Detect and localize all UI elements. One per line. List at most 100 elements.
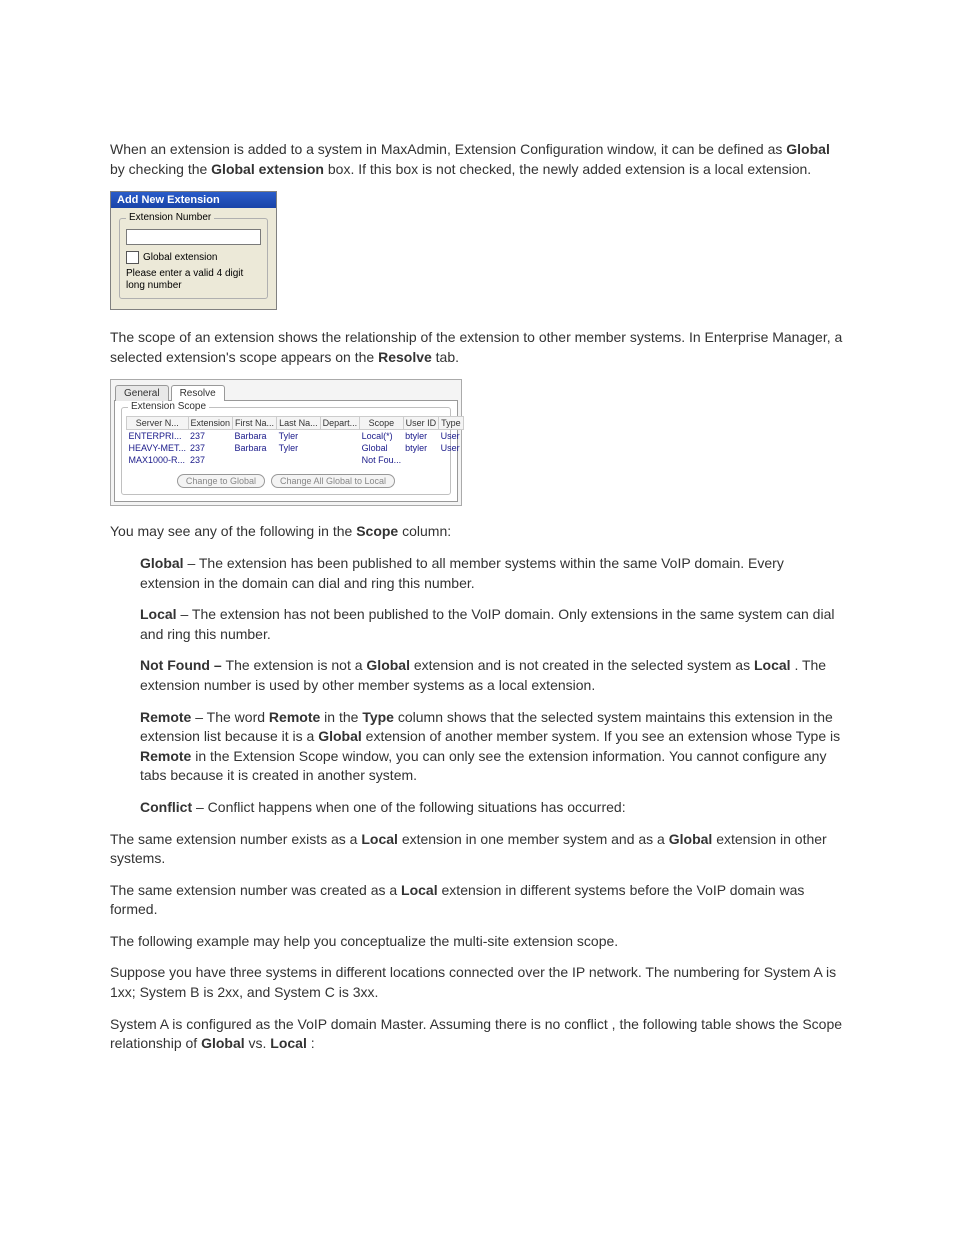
change-to-global-button[interactable]: Change to Global <box>177 474 265 488</box>
conflict-case-1: The same extension number exists as a Lo… <box>110 830 844 869</box>
table-cell <box>439 454 464 466</box>
bold: Conflict <box>140 799 192 815</box>
bold-global: Global <box>786 141 830 157</box>
bold: Local <box>270 1035 307 1051</box>
table-cell: HEAVY-MET... <box>127 442 189 454</box>
bullet-not-found: Not Found – The extension is not a Globa… <box>140 656 844 695</box>
checkbox-label: Global extension <box>143 252 218 263</box>
table-cell: Global <box>360 442 404 454</box>
bullet-global: Global – The extension has been publishe… <box>140 554 844 593</box>
text: tab. <box>436 349 459 365</box>
intro-paragraph-1: When an extension is added to a system i… <box>110 140 844 179</box>
table-cell: User <box>439 442 464 454</box>
bold: Local <box>754 657 791 673</box>
hint-text: Please enter a valid 4 digit long number <box>126 268 261 292</box>
tab-strip: General Resolve <box>111 380 461 400</box>
checkbox-icon[interactable] <box>126 251 139 264</box>
col-depart[interactable]: Depart... <box>320 417 360 430</box>
extension-number-input[interactable] <box>126 229 261 245</box>
text: extension in one member system and as a <box>402 831 669 847</box>
col-server[interactable]: Server N... <box>127 417 189 430</box>
fieldset-legend: Extension Number <box>126 212 214 223</box>
text: : <box>311 1035 315 1051</box>
text: The scope of an extension shows the rela… <box>110 329 842 365</box>
bullet-local: Local – The extension has not been publi… <box>140 605 844 644</box>
global-extension-checkbox-row[interactable]: Global extension <box>126 251 261 264</box>
bold-resolve: Resolve <box>378 349 432 365</box>
dialog-body: Extension Number Global extension Please… <box>111 208 276 309</box>
col-lastname[interactable]: Last Na... <box>277 417 321 430</box>
bold: Local <box>401 882 438 898</box>
table-row[interactable]: MAX1000-R...237 Not Fou... <box>127 454 464 466</box>
text: You may see any of the following in the <box>110 523 356 539</box>
text: When an extension is added to a system i… <box>110 141 786 157</box>
table-cell: Not Fou... <box>360 454 404 466</box>
document-page: When an extension is added to a system i… <box>0 0 954 1126</box>
scope-table: Server N... Extension First Na... Last N… <box>126 416 464 466</box>
table-cell <box>320 430 360 443</box>
button-row: Change to Global Change All Global to Lo… <box>126 474 446 488</box>
scope-column-intro: You may see any of the following in the … <box>110 522 844 542</box>
table-cell: Local(*) <box>360 430 404 443</box>
col-userid[interactable]: User ID <box>403 417 439 430</box>
conflict-case-2: The same extension number was created as… <box>110 881 844 920</box>
extension-number-fieldset: Extension Number Global extension Please… <box>119 218 268 299</box>
table-cell <box>277 454 321 466</box>
col-scope[interactable]: Scope <box>360 417 404 430</box>
text: extension of another member system. If y… <box>366 728 840 744</box>
text: box. If this box is not checked, the new… <box>328 161 811 177</box>
table-row[interactable]: HEAVY-MET...237BarbaraTylerGlobalbtylerU… <box>127 442 464 454</box>
tab-body: Extension Scope Server N... Extension Fi… <box>114 400 458 502</box>
table-cell: ENTERPRI... <box>127 430 189 443</box>
text: in the <box>324 709 362 725</box>
text: – The extension has not been published t… <box>140 606 834 642</box>
bold: Remote <box>140 748 191 764</box>
table-row[interactable]: ENTERPRI...237BarbaraTylerLocal(*)btyler… <box>127 430 464 443</box>
col-firstname[interactable]: First Na... <box>233 417 277 430</box>
bold: Global <box>140 555 184 571</box>
text: – The word <box>195 709 269 725</box>
bold: Remote <box>140 709 191 725</box>
text: – Conflict happens when one of the follo… <box>196 799 626 815</box>
table-cell <box>403 454 439 466</box>
table-cell: User <box>439 430 464 443</box>
tab-resolve[interactable]: Resolve <box>171 385 225 401</box>
text: The extension is not a <box>226 657 367 673</box>
table-cell: 237 <box>188 430 233 443</box>
text: by checking the <box>110 161 211 177</box>
dialog-title: Add New Extension <box>111 192 276 208</box>
table-cell <box>320 454 360 466</box>
bold: Global <box>201 1035 245 1051</box>
tab-general[interactable]: General <box>115 385 169 401</box>
bold: Global <box>366 657 410 673</box>
table-cell: 237 <box>188 454 233 466</box>
bold: Not Found – <box>140 657 226 673</box>
table-cell <box>233 454 277 466</box>
change-all-global-to-local-button[interactable]: Change All Global to Local <box>271 474 395 488</box>
text: – The extension has been published to al… <box>140 555 784 591</box>
bullet-conflict: Conflict – Conflict happens when one of … <box>140 798 844 818</box>
text: in the Extension Scope window, you can o… <box>140 748 826 784</box>
text: The same extension number was created as… <box>110 882 401 898</box>
text: extension and is not created in the sele… <box>414 657 754 673</box>
table-cell: btyler <box>403 442 439 454</box>
bold: Local <box>361 831 398 847</box>
table-cell: btyler <box>403 430 439 443</box>
bold: Global <box>669 831 713 847</box>
table-cell: MAX1000-R... <box>127 454 189 466</box>
col-type[interactable]: Type <box>439 417 464 430</box>
bold: Local <box>140 606 177 622</box>
table-cell: 237 <box>188 442 233 454</box>
table-cell: Barbara <box>233 430 277 443</box>
text: column: <box>402 523 451 539</box>
example-intro: The following example may help you conce… <box>110 932 844 952</box>
add-extension-dialog: Add New Extension Extension Number Globa… <box>110 191 277 310</box>
col-extension[interactable]: Extension <box>188 417 233 430</box>
bold: Type <box>362 709 394 725</box>
text: The same extension number exists as a <box>110 831 361 847</box>
extension-scope-fieldset: Extension Scope Server N... Extension Fi… <box>121 407 451 495</box>
scope-legend: Extension Scope <box>128 401 209 412</box>
bold: Remote <box>269 709 320 725</box>
bold-global-extension: Global extension <box>211 161 324 177</box>
bold-scope: Scope <box>356 523 398 539</box>
